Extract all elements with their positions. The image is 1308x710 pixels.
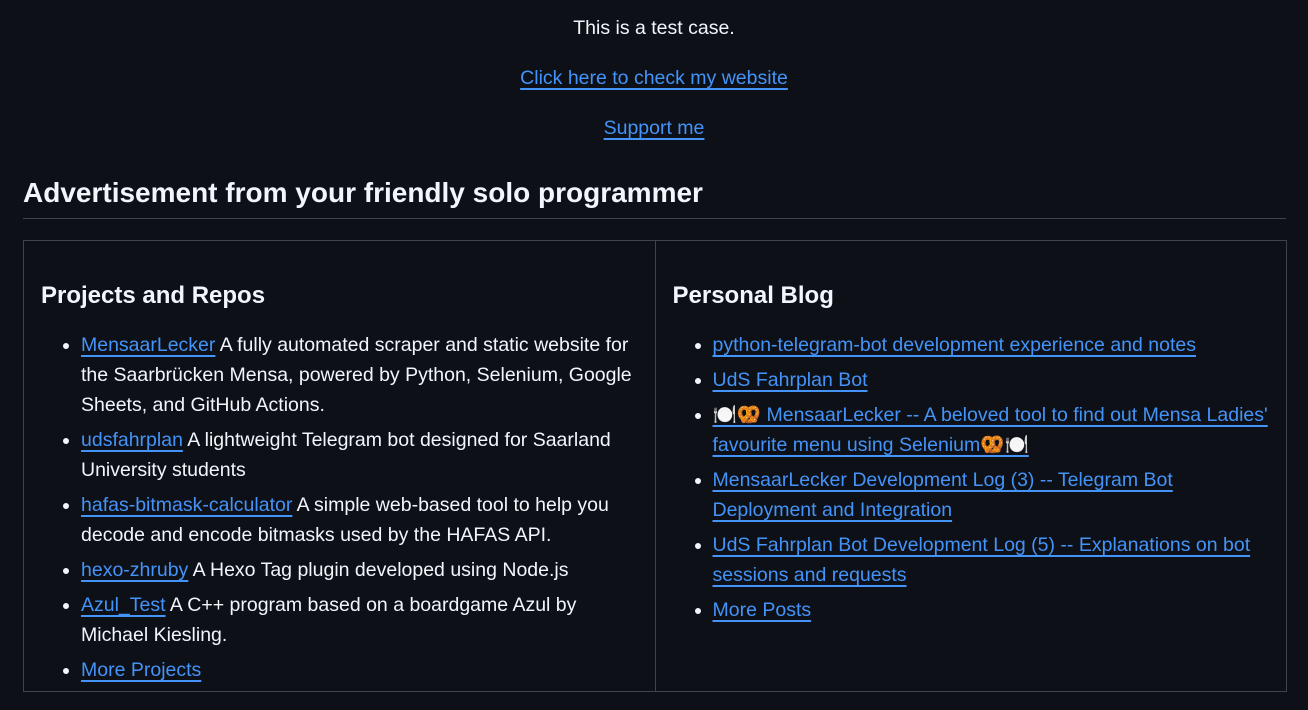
- blog-post-link[interactable]: UdS Fahrplan Bot: [713, 369, 868, 391]
- list-item: MensaarLecker A fully automated scraper …: [81, 330, 638, 420]
- blog-title: Personal Blog: [672, 282, 834, 309]
- support-link[interactable]: Support me: [604, 117, 705, 139]
- projects-title: Projects and Repos: [41, 282, 266, 309]
- more-posts-link[interactable]: More Posts: [713, 599, 812, 621]
- list-item: UdS Fahrplan Bot: [713, 365, 1270, 395]
- section-heading: Advertisement from your friendly solo pr…: [23, 174, 1286, 219]
- blog-post-link[interactable]: python-telegram-bot development experien…: [713, 334, 1196, 356]
- blog-list: python-telegram-bot development experien…: [673, 330, 1270, 625]
- project-link[interactable]: hafas-bitmask-calculator: [81, 494, 292, 516]
- blog-post-link[interactable]: MensaarLecker Development Log (3) -- Tel…: [713, 469, 1173, 521]
- list-item: UdS Fahrplan Bot Development Log (5) -- …: [713, 530, 1270, 590]
- project-link[interactable]: Azul_Test: [81, 594, 166, 616]
- list-item: Azul_Test A C++ program based on a board…: [81, 590, 638, 650]
- intro-text: This is a test case.: [573, 17, 735, 39]
- blog-cell: Personal Blog python-telegram-bot develo…: [654, 240, 1287, 692]
- list-item: hexo-zhruby A Hexo Tag plugin developed …: [81, 555, 638, 585]
- blog-post-link[interactable]: UdS Fahrplan Bot Development Log (5) -- …: [713, 534, 1251, 586]
- project-link[interactable]: hexo-zhruby: [81, 559, 188, 581]
- list-item: MensaarLecker Development Log (3) -- Tel…: [713, 465, 1270, 525]
- project-link[interactable]: MensaarLecker: [81, 334, 215, 356]
- projects-list: MensaarLecker A fully automated scraper …: [41, 330, 638, 685]
- project-desc: A Hexo Tag plugin developed using Node.j…: [188, 559, 569, 581]
- list-item: 🍽️🥨 MensaarLecker -- A beloved tool to f…: [713, 400, 1270, 460]
- website-link[interactable]: Click here to check my website: [520, 67, 788, 89]
- projects-cell: Projects and Repos MensaarLecker A fully…: [23, 240, 656, 692]
- ad-table: Projects and Repos MensaarLecker A fully…: [23, 240, 1287, 692]
- list-item: udsfahrplan A lightweight Telegram bot d…: [81, 425, 638, 485]
- more-projects-link[interactable]: More Projects: [81, 659, 201, 681]
- list-item: More Projects: [81, 655, 638, 685]
- blog-post-link[interactable]: 🍽️🥨 MensaarLecker -- A beloved tool to f…: [713, 404, 1268, 456]
- list-item: More Posts: [713, 595, 1270, 625]
- project-link[interactable]: udsfahrplan: [81, 429, 183, 451]
- list-item: python-telegram-bot development experien…: [713, 330, 1270, 360]
- list-item: hafas-bitmask-calculator A simple web-ba…: [81, 490, 638, 550]
